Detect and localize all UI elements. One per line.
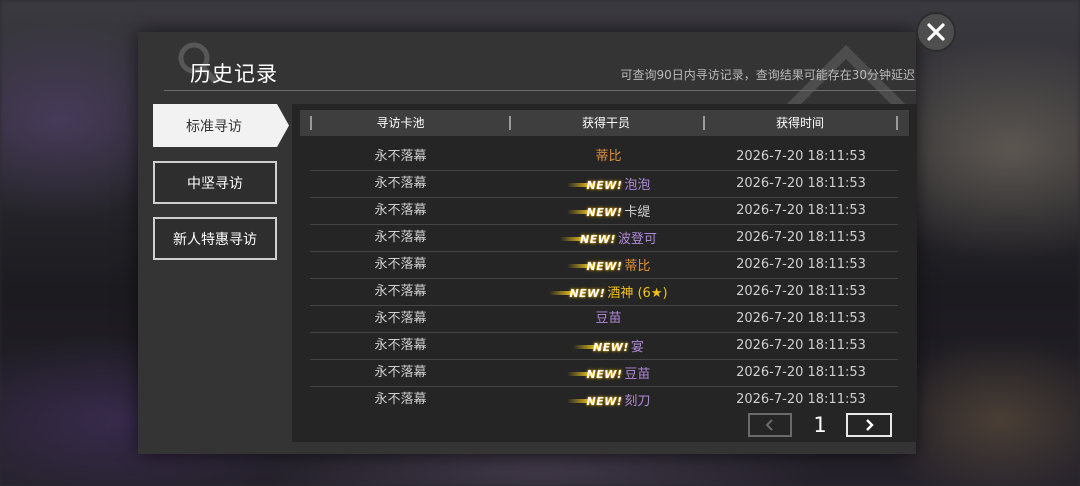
new-badge: NEW! [566, 388, 623, 415]
time-cell: 2026-7-20 18:11:53 [736, 284, 866, 299]
time-cell: 2026-7-20 18:11:53 [736, 392, 866, 407]
tab-core-headhunt[interactable]: 中坚寻访 [153, 161, 277, 204]
table-row: 永不落幕 NEW! 波登可 2026-7-20 18:11:53 [310, 224, 898, 252]
operator-cell: NEW! 刻刀 [491, 386, 726, 413]
new-badge: NEW! [549, 280, 605, 307]
pool-cell: 永不落幕 [374, 311, 427, 326]
new-badge: NEW! [566, 199, 623, 226]
operator-cell: 蒂比 [491, 143, 726, 170]
operator-entry: NEW! 酒神 (6★) [549, 280, 668, 307]
header-pool: 寻访卡池 [376, 116, 425, 130]
operator-name: 蒂比 [595, 149, 622, 164]
table-row: 永不落幕 NEW! 泡泡 2026-7-20 18:11:53 [310, 170, 898, 198]
operator-entry: NEW! 豆苗 [566, 361, 651, 388]
time-cell: 2026-7-20 18:11:53 [736, 365, 866, 380]
time-cell: 2026-7-20 18:11:53 [736, 230, 866, 245]
operator-name: 宴 [630, 339, 644, 355]
operator-entry: NEW! 宴 [573, 334, 644, 361]
new-badge-label: NEW! [586, 394, 623, 408]
tab-label: 中坚寻访 [187, 175, 243, 192]
operator-cell: NEW! 宴 [491, 332, 726, 359]
new-badge-label: NEW! [586, 178, 623, 192]
new-badge-label: NEW! [593, 340, 629, 354]
new-badge: NEW! [573, 334, 629, 361]
pool-cell: 永不落幕 [374, 392, 427, 407]
page-number: 1 [813, 413, 827, 437]
table-header: 寻访卡池 获得干员 获得时间 [300, 110, 909, 136]
next-page-button[interactable] [846, 413, 892, 437]
table-row: 永不落幕 NEW! 刻刀 2026-7-20 18:11:53 [310, 386, 898, 413]
pool-cell: 永不落幕 [374, 203, 427, 218]
time-cell: 2026-7-20 18:11:53 [736, 338, 866, 353]
prev-page-button[interactable] [748, 413, 792, 437]
dialog-subtitle: 可查询90日内寻访记录，查询结果可能存在30分钟延迟 [620, 68, 915, 82]
table-row: 永不落幕 NEW! 豆苗 2026-7-20 18:11:53 [310, 359, 898, 387]
table-row: 永不落幕 NEW! 酒神 (6★) 2026-7-20 18:11:53 [310, 278, 898, 306]
tab-label: 新人特惠寻访 [173, 231, 257, 248]
header-divider [896, 116, 898, 130]
operator-name: 卡缇 [624, 204, 651, 220]
dialog-title: 历史记录 [190, 62, 278, 86]
operator-name: 豆苗 [624, 366, 651, 382]
header-time: 获得时间 [775, 116, 824, 130]
operator-entry: NEW! 卡缇 [566, 199, 651, 226]
operator-name: 波登可 [617, 231, 657, 247]
pool-cell: 永不落幕 [374, 257, 427, 272]
chevron-right-icon [866, 419, 874, 431]
close-icon [927, 23, 945, 41]
header-operator: 获得干员 [581, 116, 630, 130]
operator-entry: 蒂比 [595, 143, 621, 170]
new-badge: NEW! [566, 361, 623, 388]
pool-cell: 永不落幕 [374, 365, 427, 380]
pool-cell: 永不落幕 [374, 230, 427, 245]
operator-entry: 豆苗 [595, 305, 621, 332]
new-badge-label: NEW! [586, 205, 623, 219]
time-cell: 2026-7-20 18:11:53 [736, 257, 866, 272]
operator-entry: NEW! 泡泡 [566, 172, 651, 199]
operator-cell: NEW! 豆苗 [491, 359, 726, 386]
table-row: 永不落幕 NEW! 宴 2026-7-20 18:11:53 [310, 332, 898, 360]
operator-name: 刻刀 [624, 393, 651, 409]
pool-cell: 永不落幕 [374, 149, 427, 164]
title-divider [164, 90, 916, 91]
time-cell: 2026-7-20 18:11:53 [736, 203, 866, 218]
operator-cell: NEW! 卡缇 [491, 197, 726, 224]
operator-cell: NEW! 蒂比 [491, 251, 726, 278]
operator-name: 酒神 (6★) [607, 285, 668, 301]
new-badge-label: NEW! [580, 232, 616, 246]
operator-entry: NEW! 蒂比 [566, 253, 651, 280]
table-row: 永不落幕 NEW! 卡缇 2026-7-20 18:11:53 [310, 197, 898, 225]
time-cell: 2026-7-20 18:11:53 [736, 176, 866, 191]
operator-name: 蒂比 [624, 258, 651, 274]
table-row: 永不落幕 NEW! 蒂比 2026-7-20 18:11:53 [310, 251, 898, 279]
pool-cell: 永不落幕 [374, 338, 427, 353]
operator-name: 泡泡 [624, 177, 651, 193]
chevron-left-icon [765, 419, 773, 431]
pool-cell: 永不落幕 [374, 284, 427, 299]
pool-cell: 永不落幕 [374, 176, 427, 191]
operator-cell: 豆苗 [491, 305, 726, 332]
tab-standard-headhunt[interactable]: 标准寻访 [153, 104, 289, 147]
tab-label: 标准寻访 [186, 118, 242, 135]
operator-cell: NEW! 泡泡 [491, 170, 726, 197]
new-badge: NEW! [560, 226, 616, 253]
operator-cell: NEW! 波登可 [491, 224, 726, 251]
table-row: 永不落幕 豆苗 2026-7-20 18:11:53 [310, 305, 898, 333]
operator-entry: NEW! 刻刀 [566, 388, 651, 415]
table-row: 永不落幕 蒂比 2026-7-20 18:11:53 [310, 143, 898, 171]
operator-cell: NEW! 酒神 (6★) [491, 278, 726, 305]
operator-name: 豆苗 [595, 311, 622, 326]
operator-entry: NEW! 波登可 [560, 226, 657, 253]
new-badge-label: NEW! [569, 286, 606, 300]
new-badge-label: NEW! [586, 367, 623, 381]
new-badge: NEW! [566, 172, 623, 199]
close-button[interactable] [916, 12, 956, 52]
time-cell: 2026-7-20 18:11:53 [736, 149, 866, 164]
time-cell: 2026-7-20 18:11:53 [736, 311, 866, 326]
new-badge: NEW! [566, 253, 623, 280]
tab-newbie-headhunt[interactable]: 新人特惠寻访 [153, 217, 277, 260]
new-badge-label: NEW! [586, 259, 623, 273]
